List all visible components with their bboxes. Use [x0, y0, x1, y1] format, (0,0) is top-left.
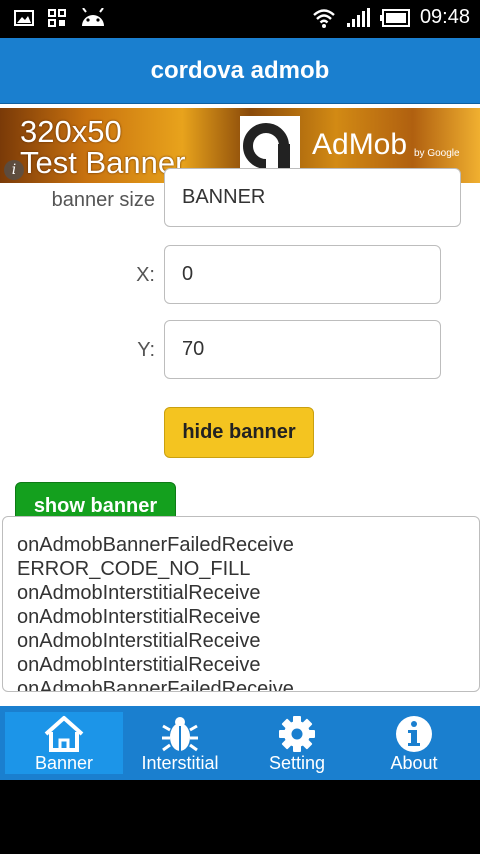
tab-about[interactable]: About — [355, 712, 473, 774]
ad-line-1: 320x50 — [20, 114, 122, 149]
ad-by-google: by Google — [414, 148, 460, 159]
tab-bar: Banner Interstitial Setting About — [0, 706, 480, 780]
image-icon — [14, 10, 34, 26]
wifi-icon — [313, 8, 335, 28]
status-bar: 09:48 — [0, 0, 480, 38]
log-line: onAdmobInterstitialReceive — [17, 582, 261, 604]
system-nav-area — [0, 780, 480, 854]
info-icon — [396, 716, 432, 752]
ad-brand: AdMob — [312, 128, 408, 161]
log-line: onAdmobBannerFailedReceive — [17, 678, 294, 692]
log-line: onAdmobInterstitialReceive — [17, 630, 261, 652]
x-input[interactable]: 0 — [164, 245, 441, 304]
grid-icon — [48, 9, 66, 27]
gear-icon — [279, 716, 315, 752]
banner-size-select[interactable]: BANNER — [164, 168, 461, 227]
battery-icon — [379, 8, 410, 27]
home-icon — [44, 716, 84, 752]
status-right-icons: 09:48 — [312, 6, 470, 29]
y-label: Y: — [137, 339, 155, 361]
page-title: cordova admob — [150, 57, 330, 84]
ad-line-2: Test Banner — [20, 145, 186, 180]
status-clock: 09:48 — [419, 6, 470, 28]
tab-interstitial-label: Interstitial — [141, 753, 219, 773]
tab-setting[interactable]: Setting — [238, 712, 356, 774]
ad-info-icon[interactable]: i — [4, 160, 24, 180]
admob-logo-icon — [240, 116, 300, 176]
banner-size-label: banner size — [51, 189, 155, 211]
tab-interstitial[interactable]: Interstitial — [121, 712, 239, 774]
header-bar: cordova admob — [0, 38, 480, 104]
x-label: X: — [136, 264, 155, 286]
hide-banner-button[interactable]: hide banner — [164, 407, 314, 458]
ad-text: 320x50 Test Banner — [20, 116, 185, 178]
android-icon — [82, 8, 104, 26]
tab-banner[interactable]: Banner — [5, 712, 123, 774]
tab-setting-label: Setting — [268, 753, 326, 773]
tab-banner-label: Banner — [34, 753, 94, 773]
log-line: onAdmobInterstitialReceive — [17, 606, 261, 628]
tab-about-label: About — [390, 753, 438, 773]
log-line: onAdmobInterstitialReceive — [17, 654, 261, 676]
bug-icon — [162, 717, 198, 752]
log-line: ERROR_CODE_NO_FILL — [17, 558, 251, 580]
event-log[interactable]: onAdmobBannerFailedReceive ERROR_CODE_NO… — [2, 516, 480, 692]
signal-icon — [346, 7, 370, 27]
log-line: onAdmobBannerFailedReceive — [17, 534, 294, 556]
app-screen: cordova admob 320x50 Test Banner AdMob b… — [0, 38, 480, 780]
y-input[interactable]: 70 — [164, 320, 441, 379]
status-left-icons — [14, 8, 106, 28]
